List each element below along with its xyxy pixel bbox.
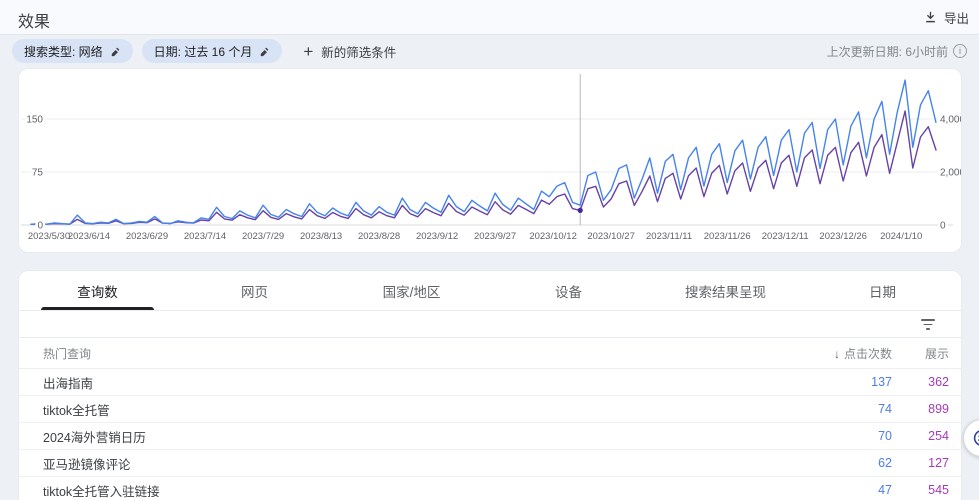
impressions-cell: 127 (928, 456, 949, 470)
table-body: 出海指南 137 362 tiktok全托管 74 899 2024海外营销日历 70 254 亚… (19, 369, 961, 500)
performance-page: 效果 导出 搜索类型: 网络 日期: 过去 16 个月 + 新的筛选条件 上次更… (0, 0, 979, 500)
svg-text:2023/6/14: 2023/6/14 (68, 231, 110, 242)
clicks-cell: 137 (871, 375, 892, 389)
svg-text:2023/7/14: 2023/7/14 (184, 231, 226, 242)
table-controls-row (19, 310, 961, 338)
svg-text:2024/1/10: 2024/1/10 (880, 231, 922, 242)
svg-text:2023/9/27: 2023/9/27 (474, 231, 516, 242)
svg-text:2023/12/26: 2023/12/26 (819, 231, 867, 242)
export-label: 导出 (943, 11, 969, 26)
svg-text:2023/12/11: 2023/12/11 (762, 231, 809, 242)
tab-4[interactable]: 搜索结果呈现 (647, 271, 804, 310)
query-cell[interactable]: tiktok全托管 (19, 400, 762, 419)
svg-text:2023/9/12: 2023/9/12 (416, 231, 458, 242)
svg-text:0: 0 (37, 221, 43, 232)
svg-text:75: 75 (32, 168, 44, 179)
sort-descending-icon: ↓ (833, 346, 840, 361)
filter-chip-label: 搜索类型: 网络 (24, 44, 103, 59)
filter-chip-label: 日期: 过去 16 个月 (153, 44, 253, 59)
results-table-card: 查询数 网页 国家/地区 设备 搜索结果呈现 日期 热门查询 ↓ 点击次数 展示 出海指南 1… (18, 270, 962, 500)
clicks-cell: 70 (878, 429, 892, 443)
tab-1[interactable]: 网页 (176, 271, 333, 310)
impressions-cell: 899 (928, 402, 949, 416)
tab-0[interactable]: 查询数 (19, 271, 176, 310)
table-row[interactable]: tiktok全托管入驻链接 47 545 (19, 477, 961, 500)
svg-text:2023/5/30: 2023/5/30 (28, 231, 70, 242)
query-cell[interactable]: tiktok全托管入驻链接 (19, 481, 762, 500)
add-filter-label: 新的筛选条件 (321, 45, 397, 60)
svg-text:2,000: 2,000 (940, 168, 961, 179)
query-cell[interactable]: 亚马逊镜像评论 (19, 454, 762, 473)
table-row[interactable]: 亚马逊镜像评论 62 127 (19, 450, 961, 477)
svg-text:2023/10/27: 2023/10/27 (587, 231, 635, 242)
query-cell[interactable]: 2024海外营销日历 (19, 427, 762, 446)
table-row[interactable]: 2024海外营销日历 70 254 (19, 423, 961, 450)
clicks-cell: 62 (878, 456, 892, 470)
plus-icon: + (303, 41, 314, 61)
impressions-cell: 362 (928, 375, 949, 389)
edit-pencil-icon (259, 46, 270, 57)
tab-3[interactable]: 设备 (490, 271, 647, 310)
tab-2[interactable]: 国家/地区 (333, 271, 490, 310)
filter-chip-date[interactable]: 日期: 过去 16 个月 (141, 39, 283, 63)
svg-text:150: 150 (26, 115, 43, 126)
filter-list-icon[interactable] (921, 319, 935, 330)
edit-pencil-icon (110, 46, 121, 57)
svg-text:2023/10/12: 2023/10/12 (529, 231, 577, 242)
download-icon (923, 10, 938, 25)
svg-text:2023/8/13: 2023/8/13 (300, 231, 342, 242)
export-button[interactable]: 导出 (923, 0, 969, 34)
performance-chart-card: 0 75 150 0 2,000 4,000 2023/5/302023/6/14 2023/… (18, 68, 962, 253)
svg-text:2023/7/29: 2023/7/29 (242, 231, 284, 242)
clicks-column-header[interactable]: ↓ 点击次数 (762, 345, 892, 362)
svg-text:2023/6/29: 2023/6/29 (126, 231, 168, 242)
table-row[interactable]: tiktok全托管 74 899 (19, 396, 961, 423)
query-cell[interactable]: 出海指南 (19, 373, 762, 392)
svg-text:4,000: 4,000 (940, 115, 961, 126)
info-icon[interactable]: i (953, 44, 967, 58)
impressions-cell: 254 (928, 429, 949, 443)
dimension-tabs: 查询数 网页 国家/地区 设备 搜索结果呈现 日期 (19, 271, 961, 310)
feedback-button[interactable] (963, 419, 979, 457)
clicks-cell: 74 (878, 402, 892, 416)
top-bar (0, 0, 979, 35)
svg-text:2023/11/26: 2023/11/26 (704, 231, 751, 242)
page-title: 效果 (18, 14, 51, 31)
performance-chart-svg[interactable]: 0 75 150 0 2,000 4,000 2023/5/302023/6/14 2023/… (19, 69, 961, 252)
last-updated: 上次更新日期: 6小时前 i (827, 35, 967, 67)
svg-text:2023/8/28: 2023/8/28 (358, 231, 400, 242)
impressions-cell: 545 (928, 483, 949, 497)
table-header-row: 热门查询 ↓ 点击次数 展示 (19, 338, 961, 369)
clicks-cell: 47 (878, 483, 892, 497)
tab-5[interactable]: 日期 (804, 271, 961, 310)
filter-chip-search-type[interactable]: 搜索类型: 网络 (12, 39, 133, 63)
query-column-header: 热门查询 (43, 346, 92, 361)
svg-text:2023/11/11: 2023/11/11 (646, 231, 692, 242)
table-row[interactable]: 出海指南 137 362 (19, 369, 961, 396)
smiley-icon (972, 428, 979, 448)
add-filter-button[interactable]: + 新的筛选条件 (303, 42, 396, 61)
svg-text:0: 0 (940, 221, 946, 232)
impressions-column-header[interactable]: 展示 (892, 345, 949, 362)
last-updated-label: 上次更新日期: 6小时前 (826, 44, 948, 59)
